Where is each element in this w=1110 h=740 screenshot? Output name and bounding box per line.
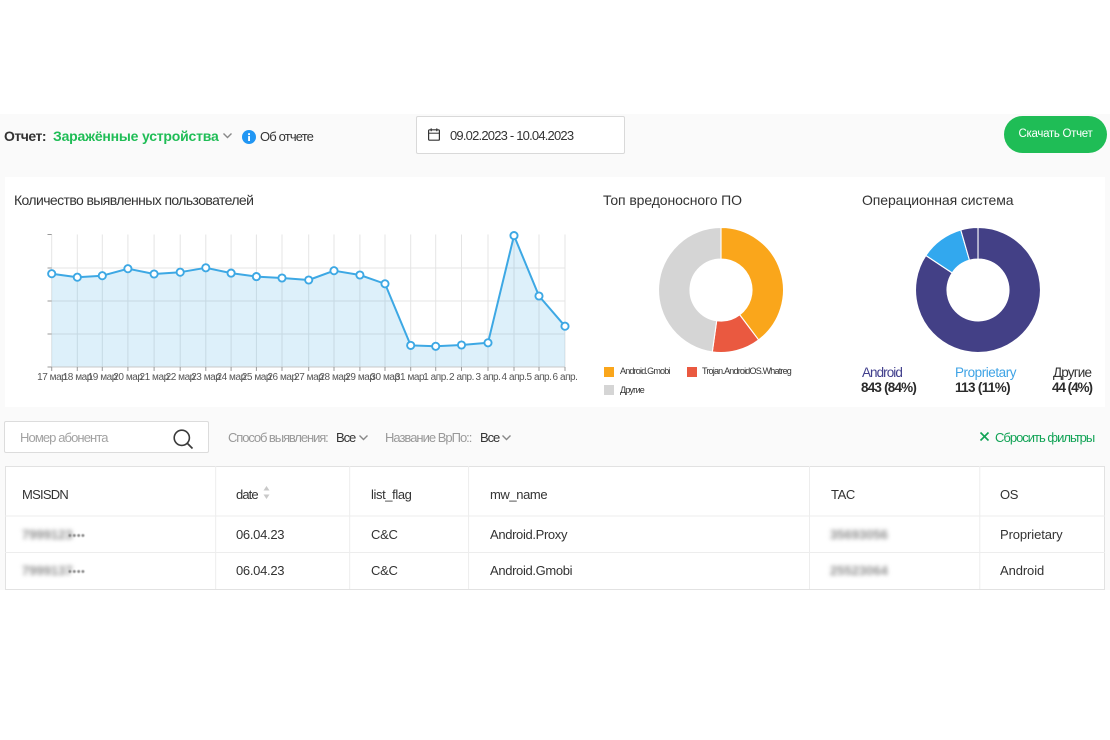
svg-text:1 апр.: 1 апр. [423, 372, 448, 383]
svg-text:4 апр.: 4 апр. [502, 372, 527, 383]
svg-text:2 апр.: 2 апр. [449, 372, 474, 383]
svg-text:5 апр.: 5 апр. [527, 372, 552, 383]
svg-text:3 апр.: 3 апр. [476, 372, 501, 383]
svg-text:26 мар: 26 мар [267, 372, 297, 383]
svg-text:31 мар.: 31 мар. [395, 372, 427, 383]
svg-text:6 апр.: 6 апр. [553, 372, 578, 383]
